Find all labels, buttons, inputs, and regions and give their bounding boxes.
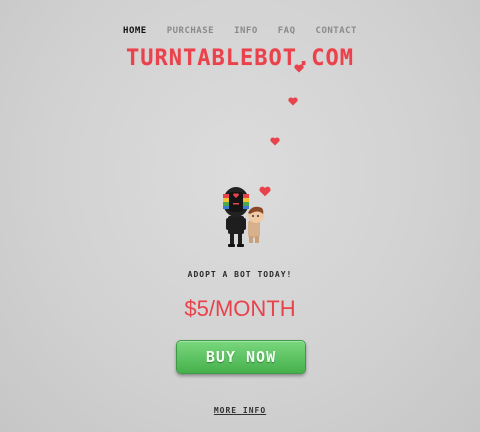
heart-icon: [270, 137, 280, 146]
more-info-link[interactable]: MORE INFO: [214, 406, 266, 415]
nav-item-faq[interactable]: FAQ: [278, 26, 296, 36]
kid-figure: [248, 206, 264, 243]
main-nav: HOME PURCHASE INFO FAQ CONTACT: [0, 26, 480, 36]
heart-icon: [288, 97, 298, 106]
nav-item-info[interactable]: INFO: [234, 26, 258, 36]
buy-now-button[interactable]: BUY NOW: [176, 340, 306, 374]
nav-item-contact[interactable]: CONTACT: [316, 26, 357, 36]
turntable-bot-illustration: [223, 187, 264, 247]
adopt-tagline: ADOPT A BOT TODAY!: [187, 270, 293, 279]
nav-item-purchase[interactable]: PURCHASE: [167, 26, 214, 36]
more-info-wrapper: MORE INFO: [0, 398, 480, 417]
heart-icon: [294, 64, 304, 73]
price-label: $5/MONTH: [184, 296, 296, 321]
nav-item-home[interactable]: HOME: [123, 26, 147, 36]
bot-figure: [223, 187, 249, 247]
site-logo[interactable]: TURNTABLEBOT.COM: [0, 46, 480, 71]
